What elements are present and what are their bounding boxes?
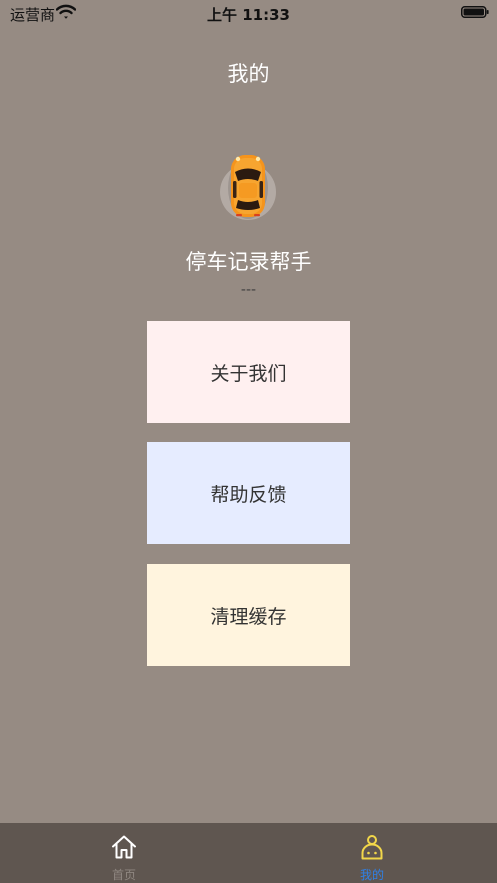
status-bar: 运营商 上午 11:33 [0, 0, 497, 26]
help-feedback-label: 帮助反馈 [210, 483, 287, 506]
page-title: 我的 [227, 62, 270, 86]
battery-icon [461, 6, 489, 18]
car-icon [228, 155, 268, 219]
status-time: 上午 11:33 [207, 6, 290, 24]
tab-home-label: 首页 [111, 868, 136, 882]
tab-bar: 首页 我的 [0, 823, 497, 883]
clear-cache-button[interactable]: 清理缓存 [147, 564, 350, 666]
tab-home[interactable]: 首页 [64, 823, 184, 883]
help-feedback-button[interactable]: 帮助反馈 [147, 442, 350, 544]
app-version: --- [240, 282, 257, 298]
tab-mine-label: 我的 [359, 868, 384, 882]
tab-mine[interactable]: 我的 [312, 823, 432, 883]
app-name: 停车记录帮手 [185, 250, 312, 274]
clear-cache-label: 清理缓存 [210, 605, 287, 628]
home-icon [112, 835, 136, 859]
about-us-label: 关于我们 [210, 362, 287, 385]
about-us-button[interactable]: 关于我们 [147, 321, 350, 423]
user-icon [361, 835, 383, 860]
